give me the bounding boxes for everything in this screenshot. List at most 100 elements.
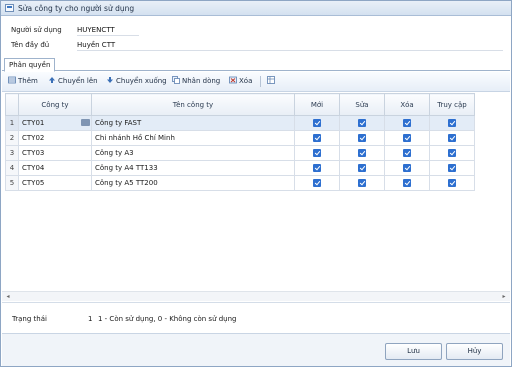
- new-permission-cell[interactable]: [294, 115, 340, 131]
- move-down-button[interactable]: Chuyển xuống: [106, 76, 167, 87]
- add-button-label: Thêm: [18, 77, 38, 85]
- table-row[interactable]: 1 CTY01 Công ty FAST: [5, 115, 475, 131]
- scroll-right-icon[interactable]: ▸: [500, 293, 508, 300]
- checked-checkbox-icon[interactable]: [403, 149, 411, 157]
- user-label: Người sử dụng: [11, 26, 62, 34]
- title-bar: Sửa công ty cho người sử dụng: [1, 1, 511, 16]
- permissions-table: Công ty Tên công ty Mới Sửa Xóa Truy cập…: [5, 93, 475, 191]
- column-header-access[interactable]: Truy cập: [429, 93, 475, 116]
- save-button[interactable]: Lưu: [385, 343, 442, 360]
- arrow-up-icon: [49, 77, 55, 83]
- edit-company-user-window: Sửa công ty cho người sử dụng Người sử d…: [0, 0, 512, 367]
- duplicate-row-button[interactable]: Nhân dòng: [172, 76, 220, 87]
- checked-checkbox-icon[interactable]: [313, 164, 321, 172]
- fullname-value-underline: [77, 50, 503, 51]
- company-code-cell[interactable]: CTY03: [18, 145, 92, 161]
- arrow-down-icon: [107, 77, 113, 83]
- table-row[interactable]: 5 CTY05 Công ty A5 TT200: [5, 175, 475, 191]
- company-code-cell[interactable]: CTY02: [18, 130, 92, 146]
- scroll-left-icon[interactable]: ◂: [4, 293, 12, 300]
- delete-permission-cell[interactable]: [384, 145, 430, 161]
- company-code-cell[interactable]: CTY01: [18, 115, 92, 131]
- delete-permission-cell[interactable]: [384, 115, 430, 131]
- edit-permission-cell[interactable]: [339, 175, 385, 191]
- move-up-button-label: Chuyển lên: [58, 77, 98, 85]
- tab-strip: Phân quyền: [2, 58, 510, 72]
- new-permission-cell[interactable]: [294, 175, 340, 191]
- status-label: Trạng thái: [12, 315, 47, 323]
- table-row[interactable]: 2 CTY02 Chi nhánh Hồ Chí Minh: [5, 130, 475, 146]
- new-permission-cell[interactable]: [294, 130, 340, 146]
- duplicate-row-button-label: Nhân dòng: [182, 77, 221, 85]
- checked-checkbox-icon[interactable]: [358, 179, 366, 187]
- delete-row-button[interactable]: Xóa: [229, 76, 252, 87]
- checked-checkbox-icon[interactable]: [313, 134, 321, 142]
- delete-permission-cell[interactable]: [384, 130, 430, 146]
- access-permission-cell[interactable]: [429, 160, 475, 176]
- checked-checkbox-icon[interactable]: [403, 119, 411, 127]
- checked-checkbox-icon[interactable]: [358, 119, 366, 127]
- checked-checkbox-icon[interactable]: [358, 149, 366, 157]
- table-header-row: Công ty Tên công ty Mới Sửa Xóa Truy cập: [5, 93, 475, 116]
- checked-checkbox-icon[interactable]: [448, 179, 456, 187]
- column-header-company-name[interactable]: Tên công ty: [91, 93, 295, 116]
- company-name-cell: Công ty FAST: [91, 115, 295, 131]
- delete-permission-cell[interactable]: [384, 175, 430, 191]
- row-number: 5: [5, 175, 19, 191]
- tab-permissions[interactable]: Phân quyền: [4, 58, 56, 72]
- company-code: CTY01: [22, 119, 45, 127]
- column-header-company[interactable]: Công ty: [18, 93, 92, 116]
- columns-icon: [267, 76, 275, 84]
- column-header-delete[interactable]: Xóa: [384, 93, 430, 116]
- grid-toolbar: Thêm Chuyển lên Chuyển xuống Nhân dòng X…: [2, 72, 510, 92]
- user-value-underline: [77, 35, 139, 36]
- company-code-cell[interactable]: CTY05: [18, 175, 92, 191]
- checked-checkbox-icon[interactable]: [403, 179, 411, 187]
- company-name-cell: Chi nhánh Hồ Chí Minh: [91, 130, 295, 146]
- new-permission-cell[interactable]: [294, 145, 340, 161]
- access-permission-cell[interactable]: [429, 145, 475, 161]
- checked-checkbox-icon[interactable]: [403, 164, 411, 172]
- checked-checkbox-icon[interactable]: [448, 134, 456, 142]
- company-code-cell[interactable]: CTY04: [18, 160, 92, 176]
- fullname-value: Huyền CTT: [77, 41, 116, 49]
- company-name-cell: Công ty A3: [91, 145, 295, 161]
- add-button[interactable]: Thêm: [8, 76, 38, 87]
- horizontal-scrollbar[interactable]: ◂ ▸: [2, 291, 510, 301]
- checked-checkbox-icon[interactable]: [313, 119, 321, 127]
- fullname-label: Tên đầy đủ: [11, 41, 50, 49]
- user-value: HUYENCTT: [77, 26, 115, 34]
- checked-checkbox-icon[interactable]: [358, 164, 366, 172]
- access-permission-cell[interactable]: [429, 175, 475, 191]
- edit-permission-cell[interactable]: [339, 145, 385, 161]
- table-row[interactable]: 3 CTY03 Công ty A3: [5, 145, 475, 161]
- delete-row-icon: [229, 76, 237, 84]
- checked-checkbox-icon[interactable]: [448, 164, 456, 172]
- window-title: Sửa công ty cho người sử dụng: [18, 4, 135, 13]
- checked-checkbox-icon[interactable]: [448, 119, 456, 127]
- new-permission-cell[interactable]: [294, 160, 340, 176]
- checked-checkbox-icon[interactable]: [358, 134, 366, 142]
- move-up-button[interactable]: Chuyển lên: [48, 76, 98, 87]
- column-header-edit[interactable]: Sửa: [339, 93, 385, 116]
- delete-row-button-label: Xóa: [239, 77, 253, 85]
- column-settings-button[interactable]: [267, 76, 277, 87]
- lookup-icon[interactable]: [81, 119, 90, 126]
- edit-permission-cell[interactable]: [339, 130, 385, 146]
- edit-permission-cell[interactable]: [339, 115, 385, 131]
- checked-checkbox-icon[interactable]: [313, 179, 321, 187]
- company-name-cell: Công ty A4 TT133: [91, 160, 295, 176]
- status-value-input[interactable]: 1: [88, 315, 92, 323]
- delete-permission-cell[interactable]: [384, 160, 430, 176]
- edit-permission-cell[interactable]: [339, 160, 385, 176]
- checked-checkbox-icon[interactable]: [313, 149, 321, 157]
- access-permission-cell[interactable]: [429, 130, 475, 146]
- add-row-icon: [8, 76, 16, 84]
- column-header-new[interactable]: Mới: [294, 93, 340, 116]
- cancel-button[interactable]: Hủy: [446, 343, 503, 360]
- table-row[interactable]: 4 CTY04 Công ty A4 TT133: [5, 160, 475, 176]
- access-permission-cell[interactable]: [429, 115, 475, 131]
- row-number: 4: [5, 160, 19, 176]
- checked-checkbox-icon[interactable]: [448, 149, 456, 157]
- checked-checkbox-icon[interactable]: [403, 134, 411, 142]
